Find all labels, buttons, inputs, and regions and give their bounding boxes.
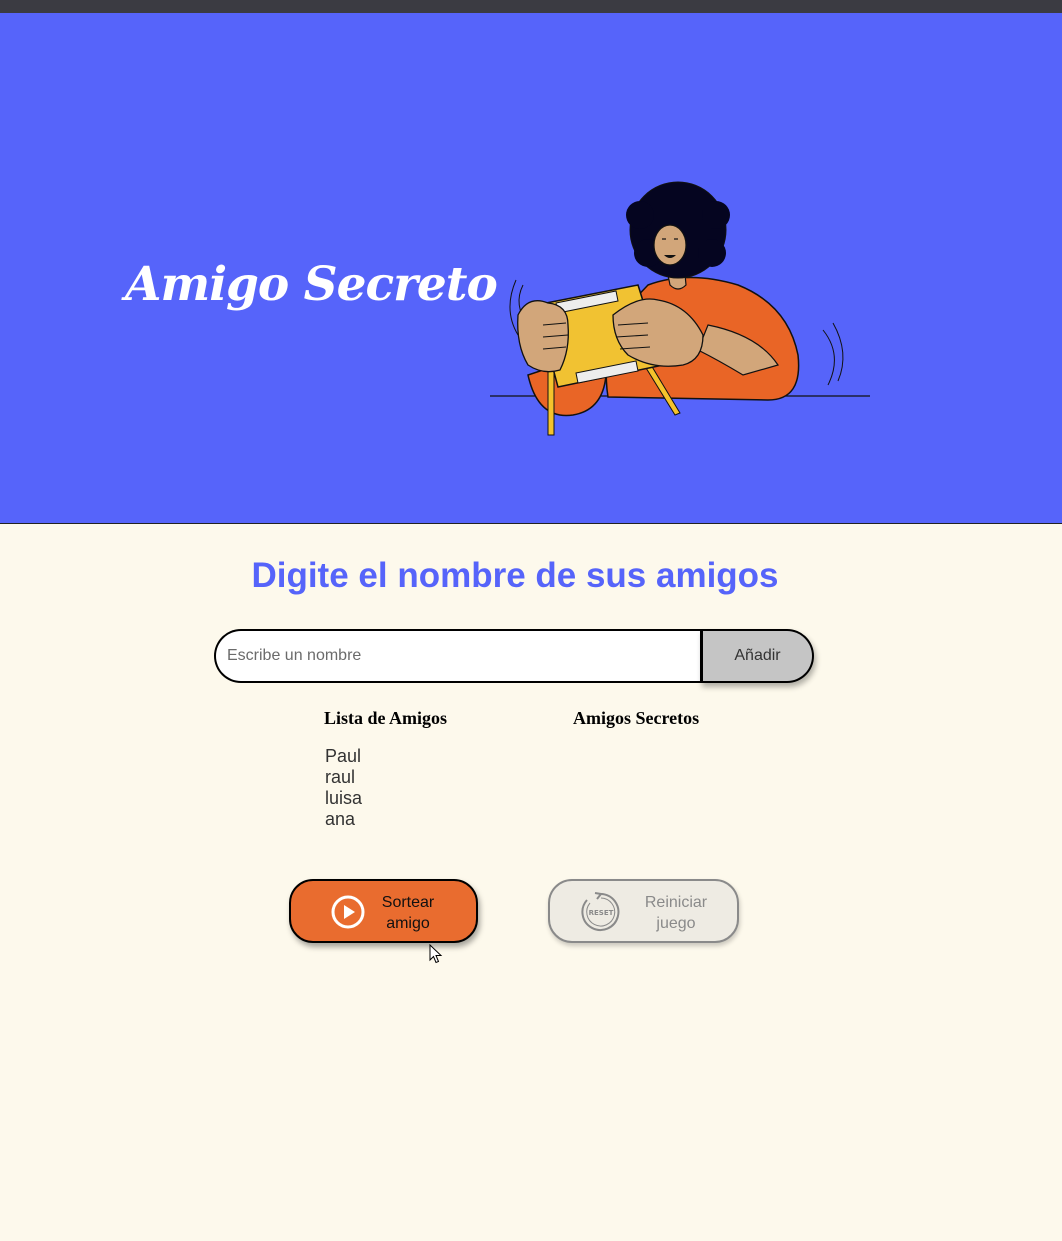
- mouse-pointer-icon: [429, 944, 443, 964]
- draw-button-label: Sortear amigo: [381, 894, 435, 932]
- reset-icon: RESET: [581, 892, 620, 931]
- friend-name-input[interactable]: [214, 629, 702, 683]
- list-item: luisa: [325, 788, 363, 808]
- reset-button-label: Reiniciar juego: [644, 894, 708, 932]
- list-item: raul: [325, 767, 356, 787]
- section-heading: Digite el nombre de sus amigos: [251, 556, 779, 595]
- list-item: ana: [325, 809, 356, 829]
- play-circle-icon: [331, 895, 365, 929]
- list-item: Paul: [325, 746, 362, 766]
- browser-top-bar: [0, 0, 1062, 13]
- person-holding-box-illustration: [490, 181, 870, 436]
- add-friend-form: Añadir: [214, 629, 814, 683]
- friends-list: Paul raul luisa ana: [325, 746, 362, 830]
- draw-friend-button[interactable]: Sortear amigo: [289, 879, 478, 943]
- reset-game-button[interactable]: RESET Reiniciar juego: [548, 879, 739, 943]
- secret-friends-heading: Amigos Secretos: [573, 708, 700, 728]
- add-button[interactable]: Añadir: [700, 629, 814, 683]
- friends-list-heading: Lista de Amigos: [324, 708, 448, 728]
- page-title: Amigo Secreto: [125, 257, 498, 312]
- hero-banner: Amigo Secreto: [0, 13, 1062, 524]
- svg-text:RESET: RESET: [589, 909, 614, 917]
